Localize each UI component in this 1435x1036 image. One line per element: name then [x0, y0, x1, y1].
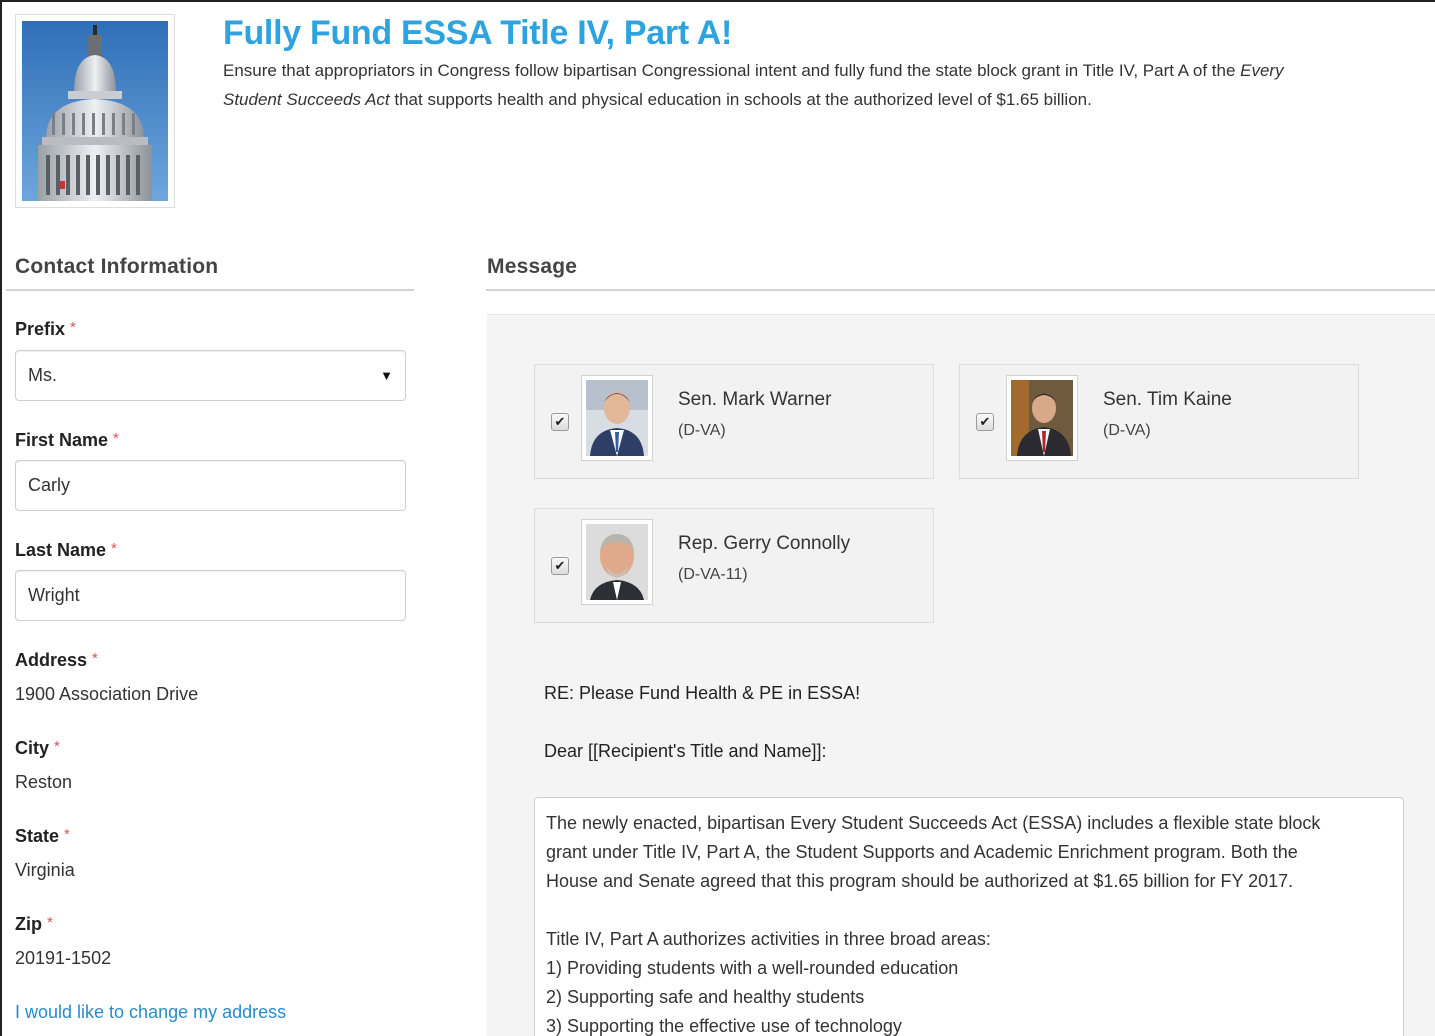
recipient-photo [1006, 375, 1078, 461]
change-address-link[interactable]: I would like to change my address [15, 1002, 286, 1023]
campaign-intro: Ensure that appropriators in Congress fo… [223, 56, 1435, 114]
message-body-line: The newly enacted, bipartisan Every Stud… [546, 813, 1321, 833]
first-name-value: Carly [28, 475, 71, 495]
campaign-title: Fully Fund ESSA Title IV, Part A! [223, 14, 732, 52]
prefix-label: Prefix * [15, 319, 76, 339]
message-salutation: Dear [[Recipient's Title and Name]]: [544, 741, 827, 761]
required-marker: * [64, 826, 70, 843]
first-name-label: First Name * [15, 430, 119, 450]
message-body-line: 1) Providing students with a well-rounde… [546, 958, 959, 978]
required-marker: * [92, 650, 98, 667]
required-marker: * [47, 914, 53, 931]
contact-divider [6, 289, 414, 291]
intro-text: Ensure that appropriators in Congress fo… [223, 61, 1241, 80]
prefix-select[interactable]: Ms. ▼ [15, 350, 406, 401]
intro-italic-act: Student Succeeds Act [223, 90, 390, 109]
zip-value: 20191-1502 [15, 948, 112, 968]
recipient-checkbox[interactable]: ✔ [551, 557, 569, 575]
recipient-checkbox[interactable]: ✔ [551, 413, 569, 431]
message-body-line: Title IV, Part A authorizes activities i… [546, 929, 991, 949]
contact-info-heading: Contact Information [15, 255, 219, 278]
intro-italic: Every [1240, 61, 1284, 80]
recipient-card[interactable]: ✔ Rep. Gerry Connolly (D-VA-11) [534, 508, 934, 623]
recipient-party: (D-VA) [678, 422, 726, 439]
state-value: Virginia [15, 860, 75, 880]
last-name-label: Last Name * [15, 540, 117, 560]
campaign-photo [15, 14, 175, 208]
prefix-value: Ms. [28, 365, 57, 385]
message-subject: RE: Please Fund Health & PE in ESSA! [544, 683, 861, 703]
recipient-name: Sen. Tim Kaine [1103, 389, 1232, 410]
message-body-line: 2) Supporting safe and healthy students [546, 987, 865, 1007]
last-name-input[interactable]: Wright [15, 570, 406, 621]
message-body-line: 3) Supporting the effective use of techn… [546, 1016, 902, 1036]
recipient-photo [581, 375, 653, 461]
recipient-photo [581, 519, 653, 605]
last-name-value: Wright [28, 585, 80, 605]
city-label: City * [15, 738, 60, 758]
required-marker: * [113, 430, 119, 447]
message-heading: Message [487, 255, 578, 278]
recipient-party: (D-VA) [1103, 422, 1151, 439]
zip-label: Zip * [15, 914, 53, 934]
required-marker: * [111, 540, 117, 557]
message-body-line: House and Senate agreed that this progra… [546, 871, 1294, 891]
message-divider [486, 289, 1435, 291]
required-marker: * [54, 738, 60, 755]
city-value: Reston [15, 772, 73, 792]
recipient-name: Sen. Mark Warner [678, 389, 832, 410]
senator-portrait-icon [1011, 380, 1073, 456]
state-label: State * [15, 826, 70, 846]
first-name-input[interactable]: Carly [15, 460, 406, 511]
recipient-party: (D-VA-11) [678, 566, 748, 583]
address-value: 1900 Association Drive [15, 684, 199, 704]
recipient-card[interactable]: ✔ Sen. Mark Warner (D-VA) [534, 364, 934, 479]
dropdown-arrow-icon: ▼ [380, 368, 393, 383]
recipient-name: Rep. Gerry Connolly [678, 533, 851, 554]
address-label: Address * [15, 650, 98, 670]
message-body-textarea[interactable]: The newly enacted, bipartisan Every Stud… [534, 797, 1404, 1036]
senator-portrait-icon [586, 380, 648, 456]
required-marker: * [70, 319, 76, 336]
message-body-line: grant under Title IV, Part A, the Studen… [546, 842, 1298, 862]
intro-text-end: that supports health and physical educat… [389, 90, 1092, 109]
recipient-card[interactable]: ✔ Sen. Tim Kaine (D-VA) [959, 364, 1359, 479]
representative-portrait-icon [586, 524, 648, 600]
capitol-dome-photo [22, 21, 168, 201]
recipient-checkbox[interactable]: ✔ [976, 413, 994, 431]
